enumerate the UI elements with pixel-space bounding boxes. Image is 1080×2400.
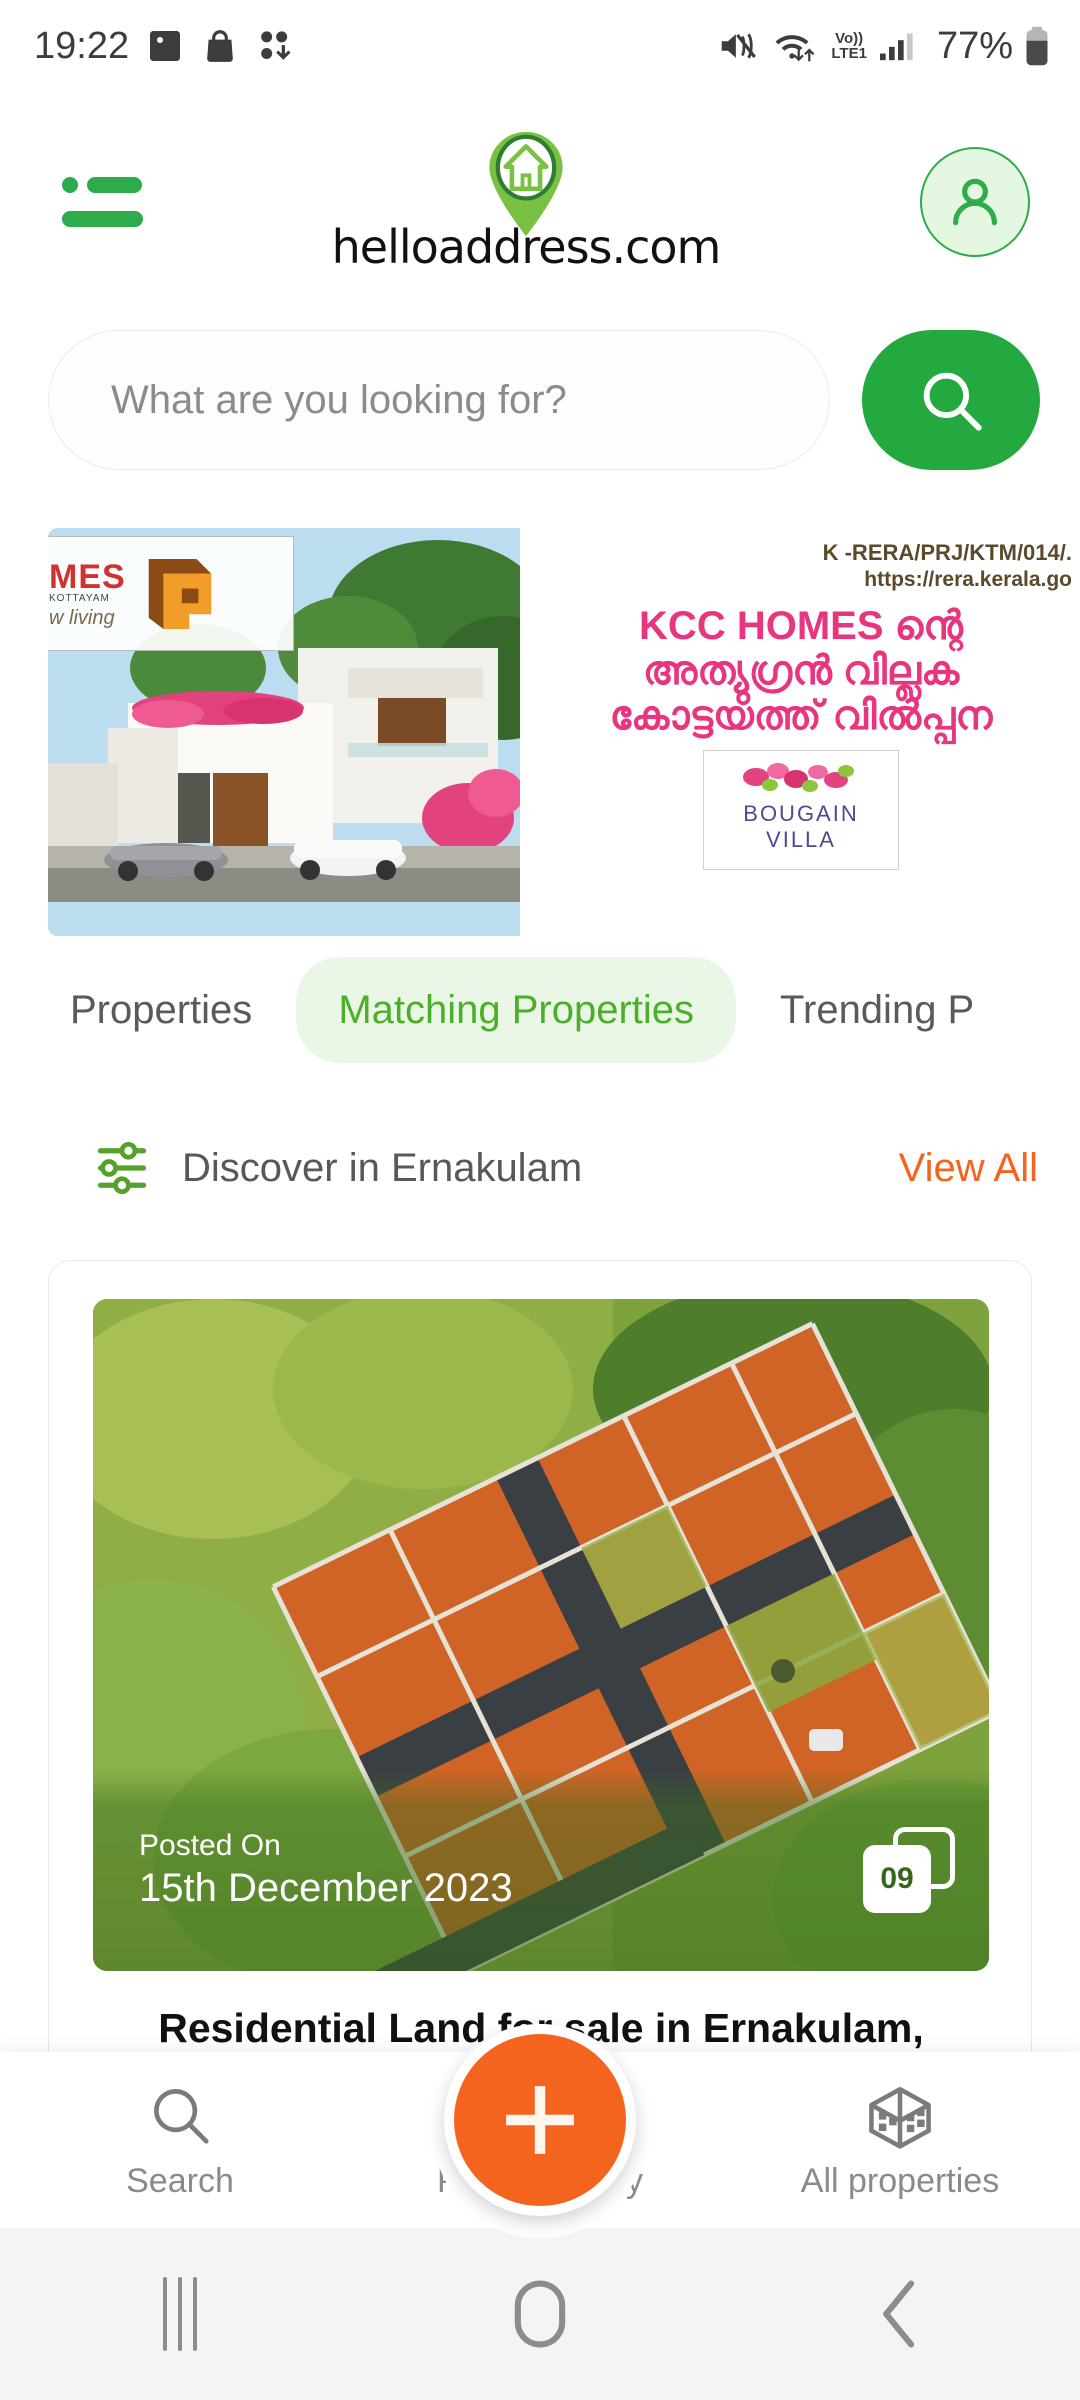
hamburger-row-top [62,177,142,193]
recents-icon [163,2277,197,2351]
filter-sliders-icon[interactable] [96,1140,148,1196]
nav-label-search: Search [126,2161,234,2200]
posted-on-date: 15th December 2023 [139,1865,513,1910]
property-image[interactable]: Posted On 15th December 2023 09 [93,1299,989,1971]
buildings-icon [869,2086,931,2149]
image-icon [150,31,181,61]
builder-logo-text: MES KOTTAYAM w living [49,560,126,628]
search-row: What are you looking for? [0,320,1080,480]
section-title: Discover in Ernakulam [182,1145,583,1190]
nav-item-all-properties[interactable]: All properties [720,2080,1080,2201]
volte-indicator: Vo)) LTE1 [831,31,867,61]
banner-headline-line3: കോട്ടയത്ത് വിൽപ്പന [609,693,993,738]
nav-item-search[interactable]: Search [0,2080,360,2201]
hamburger-menu-icon[interactable] [62,172,143,232]
back-button[interactable] [820,2264,980,2364]
app-download-icon [261,31,291,60]
builder-logo: MES KOTTAYAM w living [48,536,294,651]
orange-p-logo-icon [148,558,211,629]
section-header: Discover in Ernakulam View All [0,1108,1080,1228]
signal-bars-icon [879,33,913,61]
hamburger-dot [62,177,78,193]
banner-headline-line1: KCC HOMES ന്റെ [639,604,963,648]
recents-button[interactable] [100,2264,260,2364]
home-icon [514,2280,566,2348]
shopping-bag-icon [207,30,233,62]
banner-headline-line2: അത്യുഗ്രൻ വില്ലക [642,648,960,693]
hamburger-bar-bottom [62,211,143,227]
posted-on: Posted On 15th December 2023 [139,1828,513,1911]
app-screen: 19:22 Vo)) LTE1 77% helloaddress.com Wha… [0,0,1080,2400]
builder-tagline: w living [49,606,115,629]
app-header: helloaddress.com [0,92,1080,312]
search-button[interactable] [862,330,1040,470]
wifi-transfer-icon [775,35,815,62]
builder-logo-sub: KOTTAYAM [49,592,110,604]
post-property-fab[interactable] [444,2024,636,2216]
builder-logo-name: MES [49,557,126,596]
volume-mute-vibrate-icon [722,33,757,59]
home-button[interactable] [460,2264,620,2364]
search-icon [923,372,982,431]
view-all-link[interactable]: View All [899,1146,1038,1191]
bougainvillea-flowers-icon [743,763,854,793]
battery-percent: 77% [936,24,1013,67]
property-card[interactable]: Posted On 15th December 2023 09 Resident… [48,1260,1032,2100]
app-logo-text: helloaddress.com [331,220,722,274]
promo-banner[interactable]: MES KOTTAYAM w living K -RERA/PRJ/KTM/01… [48,528,1080,936]
tab-properties[interactable]: Properties [44,988,278,1033]
user-avatar-icon [953,178,997,226]
promo-banner-text: K -RERA/PRJ/KTM/014/. https://rera.keral… [520,528,1080,936]
status-bar-right: Vo)) LTE1 77% [717,25,1050,68]
nav-label-all-properties: All properties [800,2161,1000,2200]
tab-trending-properties[interactable]: Trending P [754,988,1000,1033]
project-logo: BOUGAIN VILLA [703,750,899,871]
search-icon [154,2088,209,2144]
photo-count: 09 [863,1845,931,1913]
volte-line2: LTE1 [831,45,867,62]
system-navigation-bar [0,2228,1080,2400]
tab-bar[interactable]: Properties Matching Properties Trending … [0,940,1080,1080]
rera-line1: K -RERA/PRJ/KTM/014/. [822,540,1072,565]
app-logo[interactable]: helloaddress.com [316,130,736,274]
back-icon [883,2280,915,2348]
status-bar: 19:22 Vo)) LTE1 77% [0,0,1080,92]
promo-banner-image: MES KOTTAYAM w living [48,528,520,936]
battery-icon [1026,26,1048,66]
volte-line1: Vo)) [835,30,864,47]
project-logo-line1: BOUGAIN [743,801,859,827]
property-image-overlay: Posted On 15th December 2023 09 [93,1769,989,1971]
posted-on-label: Posted On [139,1829,281,1863]
search-input[interactable]: What are you looking for? [48,330,830,470]
status-bar-left: 19:22 [34,25,295,68]
hamburger-bar-top [86,177,142,193]
tab-matching-properties[interactable]: Matching Properties [296,957,737,1063]
photo-count-badge: 09 [863,1827,955,1913]
rera-line2: https://rera.kerala.go [864,568,1072,591]
search-placeholder: What are you looking for? [111,377,567,422]
avatar[interactable] [920,147,1030,257]
status-time: 19:22 [34,24,130,67]
project-logo-line2: VILLA [766,826,836,852]
plus-icon [506,2086,574,2154]
